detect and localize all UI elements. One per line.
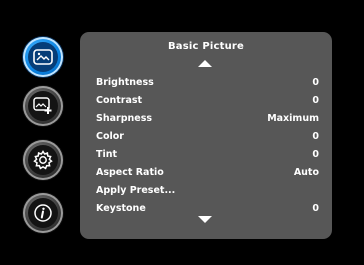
row-value: Maximum <box>267 112 319 124</box>
menu-title: Basic Picture <box>167 41 245 52</box>
menu-row-contrast[interactable]: Contrast 0 <box>96 91 319 109</box>
advanced-picture-menu-button[interactable] <box>23 86 63 126</box>
scroll-up-arrow-icon[interactable] <box>198 60 212 67</box>
picture-menu-button[interactable] <box>23 37 63 77</box>
menu-row-keystone[interactable]: Keystone 0 <box>96 199 319 217</box>
row-value: 0 <box>312 130 319 142</box>
menu-row-sharpness[interactable]: Sharpness Maximum <box>96 109 319 127</box>
menu-row-tint[interactable]: Tint 0 <box>96 145 319 163</box>
row-value: 0 <box>312 148 319 160</box>
advanced-picture-icon <box>28 91 58 121</box>
settings-gear-icon <box>28 145 58 175</box>
row-label: Color <box>96 130 124 142</box>
row-label: Apply Preset... <box>96 184 176 196</box>
menu-row-color[interactable]: Color 0 <box>96 127 319 145</box>
scroll-down-arrow-icon[interactable] <box>198 216 212 223</box>
basic-picture-menu-panel: Basic Picture Brightness 0 Contrast 0 Sh… <box>80 32 332 239</box>
picture-icon <box>28 42 58 72</box>
row-label: Contrast <box>96 94 143 106</box>
menu-row-apply-preset[interactable]: Apply Preset... <box>96 181 319 199</box>
menu-row-aspect-ratio[interactable]: Aspect Ratio Auto <box>96 163 319 181</box>
information-menu-button[interactable] <box>23 193 63 233</box>
row-label: Tint <box>96 148 118 160</box>
menu-rows: Brightness 0 Contrast 0 Sharpness Maximu… <box>96 73 319 217</box>
row-label: Aspect Ratio <box>96 166 164 178</box>
row-value: 0 <box>312 94 319 106</box>
row-value: Auto <box>293 166 319 178</box>
projector-osd-screen: Basic Picture Brightness 0 Contrast 0 Sh… <box>0 0 364 265</box>
row-value: 0 <box>312 76 319 88</box>
menu-row-brightness[interactable]: Brightness 0 <box>96 73 319 91</box>
settings-menu-button[interactable] <box>23 140 63 180</box>
row-value: 0 <box>312 202 319 214</box>
row-label: Sharpness <box>96 112 153 124</box>
row-label: Brightness <box>96 76 154 88</box>
info-icon <box>28 198 58 228</box>
row-label: Keystone <box>96 202 146 214</box>
